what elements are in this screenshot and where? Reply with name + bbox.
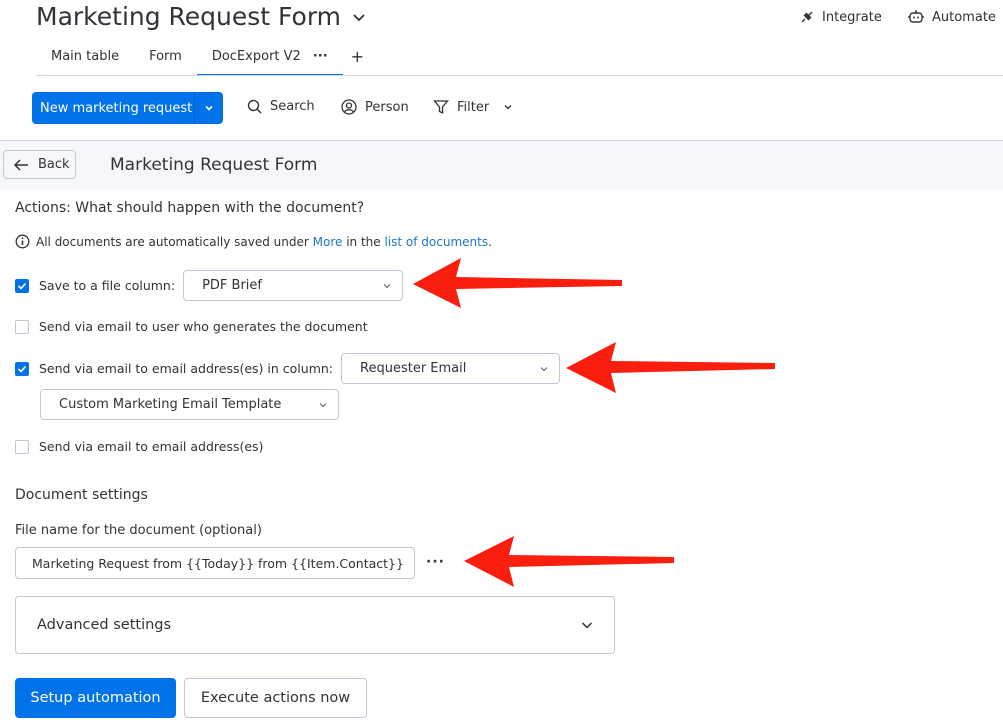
more-link[interactable]: More [313, 235, 343, 249]
send-to-generator-checkbox[interactable] [15, 319, 29, 334]
file-name-input[interactable]: Marketing Request from {{Today}} from {{… [15, 547, 415, 579]
tab-label: Main table [51, 49, 120, 64]
new-item-label: New marketing request [40, 100, 193, 116]
back-label: Back [38, 157, 70, 172]
save-to-column-option: Save to a file column: PDF Brief [15, 270, 404, 301]
email-template-select[interactable]: Custom Marketing Email Template [40, 389, 339, 420]
email-column-select[interactable]: Requester Email [341, 353, 561, 384]
send-to-column-checkbox[interactable] [15, 361, 29, 376]
automate-label: Automate [932, 9, 996, 25]
annotation-arrow [464, 536, 674, 587]
filter-icon [433, 100, 449, 115]
board-title-text: Marketing Request Form [36, 2, 342, 31]
annotation-arrow [413, 258, 622, 308]
tab-main-table[interactable]: Main table [36, 46, 134, 74]
add-view-button[interactable]: + [343, 46, 372, 76]
document-settings-heading: Document settings [15, 487, 148, 503]
chevron-down-icon [383, 283, 391, 288]
automate-button[interactable]: Automate [907, 9, 996, 25]
info-prefix: All documents are automatically saved un… [36, 234, 313, 249]
search-icon [247, 99, 262, 114]
tab-label: Form [149, 49, 182, 64]
arrow-left-icon [13, 158, 28, 171]
person-filter-button[interactable]: Person [341, 99, 409, 115]
search-button[interactable]: Search [247, 99, 315, 114]
file-name-label: File name for the document (optional) [15, 523, 262, 538]
save-to-column-checkbox[interactable] [15, 278, 29, 293]
view-tabs: Main table Form DocExport V2 ··· + [36, 46, 372, 76]
chevron-down-icon [205, 105, 213, 111]
chevron-down-icon[interactable] [503, 102, 513, 112]
info-text: All documents are automatically saved un… [36, 235, 492, 249]
info-note: All documents are automatically saved un… [15, 234, 492, 249]
integrate-icon [801, 11, 813, 23]
robot-icon [908, 10, 924, 23]
send-to-generator-option: Send via email to user who generates the… [15, 319, 368, 334]
back-button[interactable]: Back [3, 150, 76, 179]
check-icon [17, 282, 27, 290]
send-to-column-option: Send via email to email address(es) in c… [15, 353, 561, 384]
info-suffix: . [488, 234, 492, 249]
file-column-select[interactable]: PDF Brief [183, 270, 404, 301]
new-item-button[interactable]: New marketing request [32, 92, 223, 124]
email-template-value: Custom Marketing Email Template [59, 397, 282, 412]
divider [36, 75, 1003, 76]
tab-more-icon[interactable]: ··· [313, 46, 328, 68]
advanced-settings-toggle[interactable]: Advanced settings [15, 596, 615, 654]
info-icon [15, 234, 30, 249]
new-item-dropdown[interactable] [194, 92, 223, 124]
tab-label: DocExport V2 [211, 49, 301, 64]
advanced-settings-label: Advanced settings [37, 617, 172, 633]
integrate-label: Integrate [822, 9, 882, 25]
save-to-column-label: Save to a file column: [39, 278, 176, 293]
chevron-down-icon [319, 402, 327, 407]
file-column-value: PDF Brief [202, 278, 262, 293]
send-to-addresses-label: Send via email to email address(es) [39, 439, 264, 454]
check-icon [17, 365, 27, 373]
send-to-addresses-checkbox[interactable] [15, 439, 29, 454]
filter-button[interactable]: Filter [433, 99, 513, 115]
panel-title: Marketing Request Form [110, 155, 318, 175]
chevron-down-icon [581, 622, 593, 629]
send-to-addresses-option: Send via email to email address(es) [15, 439, 263, 454]
annotation-arrow [566, 342, 775, 393]
documents-list-link[interactable]: list of documents [384, 235, 488, 249]
actions-heading: Actions: What should happen with the doc… [15, 200, 365, 216]
setup-automation-button[interactable]: Setup automation [15, 678, 176, 718]
email-column-value: Requester Email [360, 361, 467, 376]
execute-actions-button[interactable]: Execute actions now [184, 678, 367, 718]
search-label: Search [270, 99, 315, 114]
send-to-generator-label: Send via email to user who generates the… [39, 319, 368, 334]
integrate-button[interactable]: Integrate [799, 9, 882, 25]
filter-label: Filter [457, 99, 490, 115]
person-label: Person [365, 99, 409, 115]
person-icon [341, 99, 357, 115]
tab-form[interactable]: Form [134, 46, 197, 74]
chevron-down-icon [540, 366, 548, 371]
more-options-icon[interactable]: ··· [426, 554, 445, 570]
send-to-column-label: Send via email to email address(es) in c… [39, 361, 334, 376]
chevron-down-icon[interactable] [351, 9, 367, 25]
info-middle: in the [342, 234, 385, 249]
tab-docexport[interactable]: DocExport V2 ··· [196, 46, 343, 76]
board-title[interactable]: Marketing Request Form [36, 2, 367, 31]
